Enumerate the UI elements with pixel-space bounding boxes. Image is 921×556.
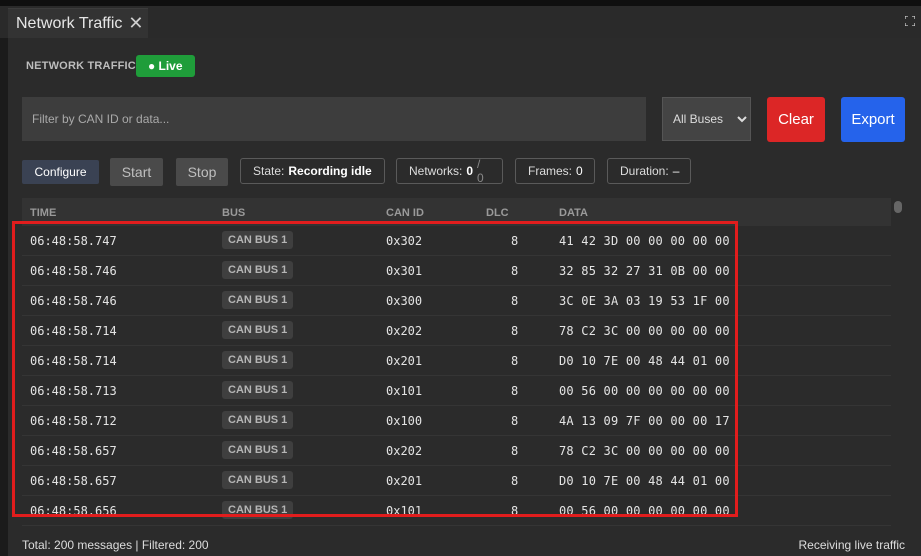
row-can-id: 0x101 — [386, 384, 423, 398]
row-can-id: 0x302 — [386, 234, 423, 248]
row-dlc: 8 — [511, 474, 519, 488]
row-dlc: 8 — [511, 234, 519, 248]
panel-header: NETWORK TRAFFIC ● Live — [26, 54, 195, 78]
duration-label: Duration: — [620, 164, 669, 178]
row-time: 06:48:58.712 — [30, 414, 117, 428]
row-data: 4A 13 09 7F 00 00 00 17 — [559, 414, 730, 428]
column-header-time[interactable]: TIME — [30, 207, 56, 219]
row-bus-badge: CAN BUS 1 — [222, 231, 294, 249]
row-bus-badge: CAN BUS 1 — [222, 411, 294, 429]
row-bus-badge: CAN BUS 1 — [222, 291, 294, 309]
column-header-data[interactable]: DATA — [559, 207, 588, 219]
row-dlc: 8 — [511, 354, 519, 368]
table-row[interactable]: 06:48:58.656 CAN BUS 1 0x101 8 00 56 00 00 0… — [22, 496, 891, 526]
filter-input[interactable] — [22, 97, 646, 141]
row-data: 78 C2 3C 00 00 00 00 00 — [559, 444, 730, 458]
networks-value: 0 — [466, 164, 474, 178]
state-value: Recording idle — [288, 164, 372, 178]
state-label: State: — [253, 164, 285, 178]
footer-summary: Total: 200 messages | Filtered: 200 — [22, 538, 209, 552]
bus-select[interactable]: All Buses — [662, 97, 751, 141]
close-icon[interactable]: ✕ — [128, 13, 143, 34]
networks-label: Networks: — [409, 164, 463, 178]
row-time: 06:48:58.714 — [30, 324, 117, 338]
row-dlc: 8 — [511, 264, 519, 278]
row-dlc: 8 — [511, 504, 519, 518]
table-row[interactable]: 06:48:58.714 CAN BUS 1 0x201 8 D0 10 7E 00 4… — [22, 346, 891, 376]
row-bus-badge: CAN BUS 1 — [222, 381, 294, 399]
row-bus-badge: CAN BUS 1 — [222, 441, 294, 459]
expand-icon[interactable] — [905, 16, 915, 26]
configure-button[interactable]: Configure — [22, 160, 99, 184]
row-dlc: 8 — [511, 384, 519, 398]
row-time: 06:48:58.746 — [30, 264, 117, 278]
row-data: 3C 0E 3A 03 19 53 1F 00 — [559, 294, 730, 308]
row-data: 32 85 32 27 31 0B 00 00 — [559, 264, 730, 278]
row-data: 78 C2 3C 00 00 00 00 00 — [559, 324, 730, 338]
table-row[interactable]: 06:48:58.746 CAN BUS 1 0x301 8 32 85 32 27 3… — [22, 256, 891, 286]
frames-label: Frames: — [528, 164, 573, 178]
row-bus-badge: CAN BUS 1 — [222, 351, 294, 369]
table-row[interactable]: 06:48:58.714 CAN BUS 1 0x202 8 78 C2 3C 00 0… — [22, 316, 891, 346]
row-can-id: 0x100 — [386, 414, 423, 428]
table-header: TIME BUS CAN ID DLC DATA — [22, 198, 891, 226]
scrollbar-thumb[interactable] — [894, 201, 902, 213]
clear-button[interactable]: Clear — [767, 97, 825, 142]
row-can-id: 0x201 — [386, 474, 423, 488]
table-row[interactable]: 06:48:58.747 CAN BUS 1 0x302 8 41 42 3D 00 0… — [22, 226, 891, 256]
table-row[interactable]: 06:48:58.712 CAN BUS 1 0x100 8 4A 13 09 7F 0… — [22, 406, 891, 436]
row-time: 06:48:58.657 — [30, 444, 117, 458]
stop-button[interactable]: Stop — [176, 158, 228, 186]
panel-title: NETWORK TRAFFIC — [26, 60, 136, 72]
duration-indicator: Duration: – — [607, 158, 691, 184]
row-bus-badge: CAN BUS 1 — [222, 471, 294, 489]
table-row[interactable]: 06:48:58.657 CAN BUS 1 0x201 8 D0 10 7E 00 4… — [22, 466, 891, 496]
row-data: D0 10 7E 00 48 44 01 00 — [559, 474, 730, 488]
row-time: 06:48:58.657 — [30, 474, 117, 488]
state-indicator: State: Recording idle — [240, 158, 385, 184]
row-time: 06:48:58.746 — [30, 294, 117, 308]
row-data: D0 10 7E 00 48 44 01 00 — [559, 354, 730, 368]
row-can-id: 0x202 — [386, 324, 423, 338]
row-time: 06:48:58.656 — [30, 504, 117, 518]
tab-strip: Network Traffic ✕ — [0, 6, 921, 38]
tab-network-traffic[interactable]: Network Traffic ✕ — [8, 8, 148, 38]
row-can-id: 0x300 — [386, 294, 423, 308]
footer-status: Receiving live traffic — [798, 538, 906, 552]
live-badge: ● Live — [135, 55, 195, 77]
row-data: 00 56 00 00 00 00 00 00 — [559, 504, 730, 518]
row-dlc: 8 — [511, 324, 519, 338]
row-data: 41 42 3D 00 00 00 00 00 — [559, 234, 730, 248]
network-traffic-panel: NETWORK TRAFFIC ● Live All Buses Clear E… — [8, 38, 921, 556]
networks-total: / 0 — [477, 157, 484, 185]
table-row[interactable]: 06:48:58.713 CAN BUS 1 0x101 8 00 56 00 00 0… — [22, 376, 891, 406]
export-button[interactable]: Export — [841, 97, 905, 142]
row-can-id: 0x101 — [386, 504, 423, 518]
row-can-id: 0x201 — [386, 354, 423, 368]
message-table-body: 06:48:58.747 CAN BUS 1 0x302 8 41 42 3D 00 0… — [22, 226, 891, 526]
row-bus-badge: CAN BUS 1 — [222, 501, 294, 519]
row-data: 00 56 00 00 00 00 00 00 — [559, 384, 730, 398]
row-time: 06:48:58.713 — [30, 384, 117, 398]
column-header-can-id[interactable]: CAN ID — [386, 207, 424, 219]
frames-value: 0 — [576, 164, 583, 178]
table-row[interactable]: 06:48:58.746 CAN BUS 1 0x300 8 3C 0E 3A 03 1… — [22, 286, 891, 316]
row-dlc: 8 — [511, 414, 519, 428]
tab-title: Network Traffic — [16, 14, 123, 32]
row-bus-badge: CAN BUS 1 — [222, 321, 294, 339]
row-dlc: 8 — [511, 294, 519, 308]
networks-indicator: Networks: 0 / 0 — [396, 157, 503, 185]
table-row[interactable]: 06:48:58.657 CAN BUS 1 0x202 8 78 C2 3C 00 0… — [22, 436, 891, 466]
row-can-id: 0x301 — [386, 264, 423, 278]
column-header-dlc[interactable]: DLC — [486, 207, 509, 219]
row-time: 06:48:58.714 — [30, 354, 117, 368]
row-can-id: 0x202 — [386, 444, 423, 458]
row-time: 06:48:58.747 — [30, 234, 117, 248]
column-header-bus[interactable]: BUS — [222, 207, 245, 219]
frames-indicator: Frames: 0 — [515, 158, 595, 184]
start-button[interactable]: Start — [110, 158, 163, 186]
row-bus-badge: CAN BUS 1 — [222, 261, 294, 279]
duration-value: – — [672, 164, 680, 178]
row-dlc: 8 — [511, 444, 519, 458]
